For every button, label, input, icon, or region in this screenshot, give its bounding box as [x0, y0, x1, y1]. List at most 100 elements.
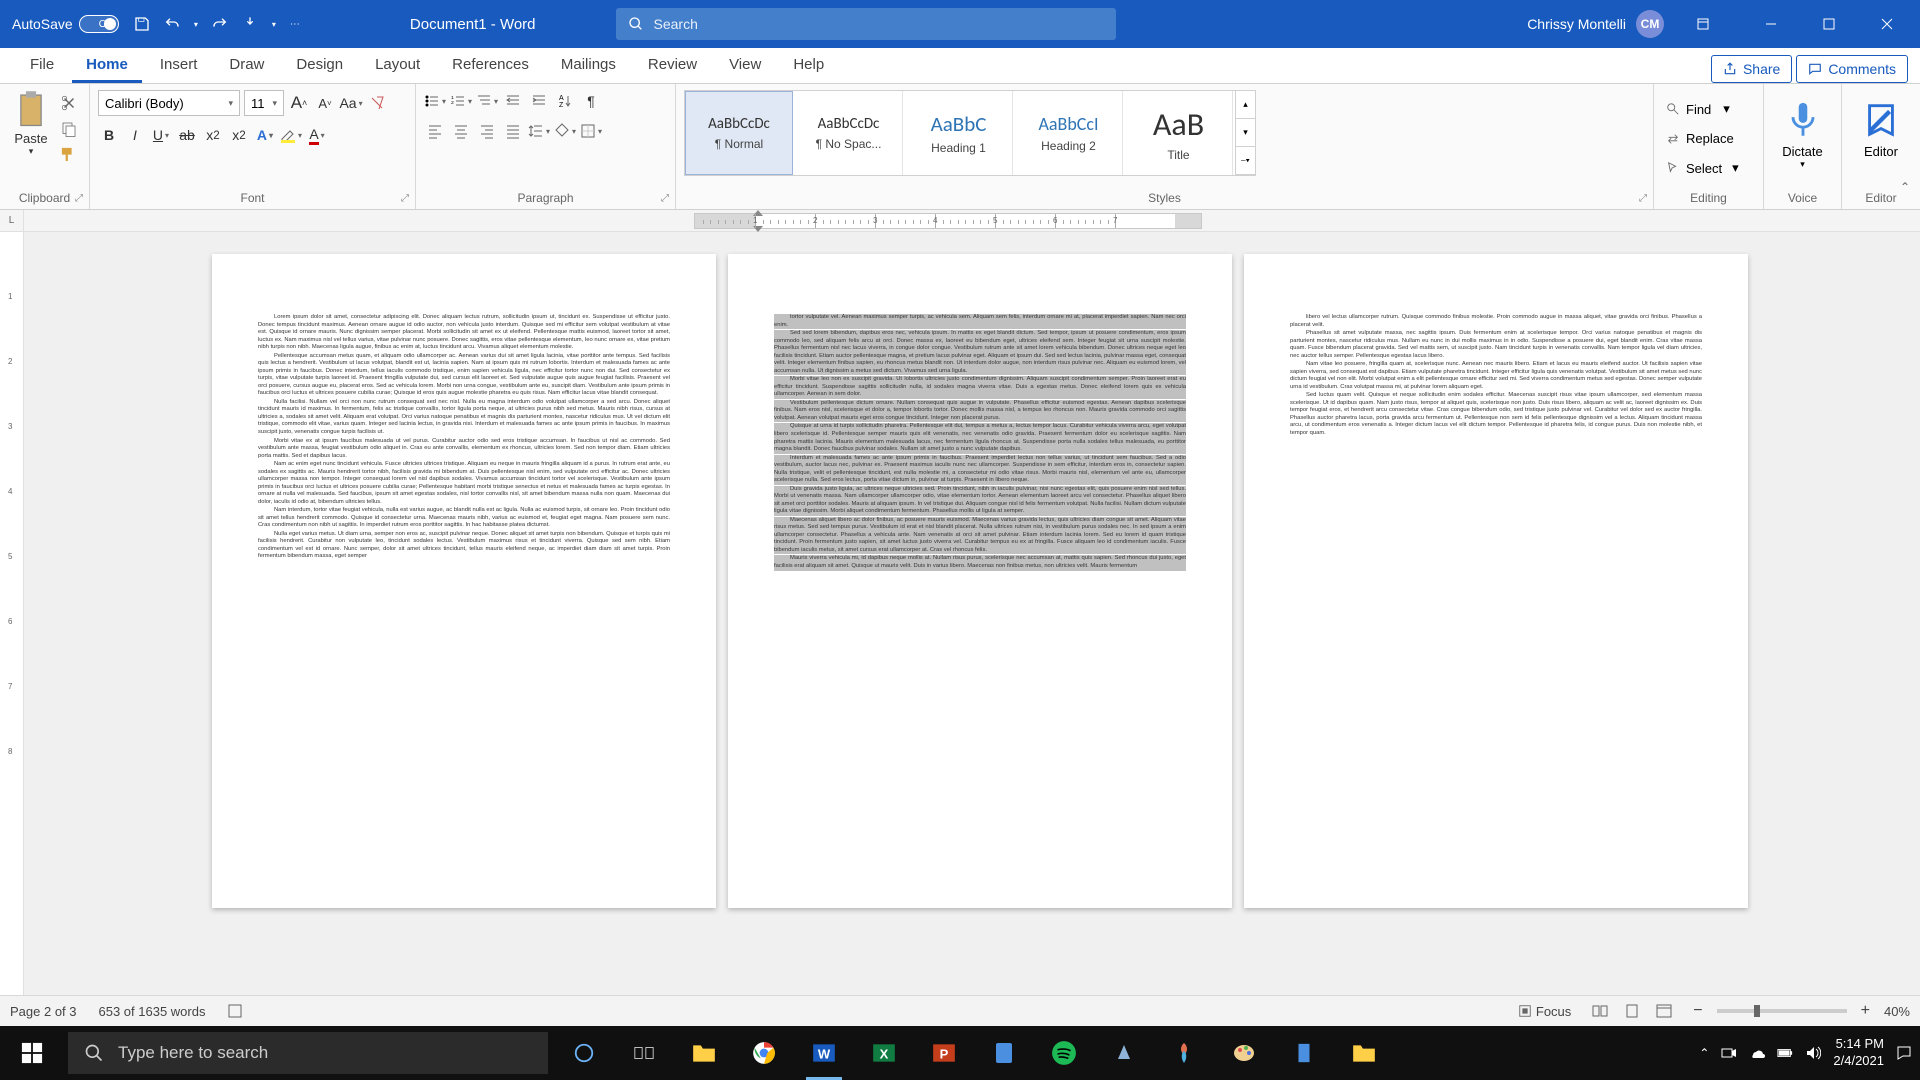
paste-dropdown[interactable]: ▾ [8, 146, 54, 157]
align-right-button[interactable] [476, 120, 498, 142]
cortana-icon[interactable] [556, 1026, 612, 1080]
volume-icon[interactable] [1805, 1045, 1821, 1061]
onedrive-icon[interactable] [1749, 1045, 1765, 1061]
tab-selector[interactable]: L [0, 210, 24, 232]
multilevel-button[interactable]: ▾ [476, 90, 498, 112]
sort-button[interactable]: AZ [554, 90, 576, 112]
horizontal-ruler[interactable]: 1234567 [694, 213, 1202, 229]
tab-layout[interactable]: Layout [361, 49, 434, 83]
close-button[interactable] [1858, 0, 1916, 48]
paint-taskbar[interactable] [1216, 1026, 1272, 1080]
web-layout-button[interactable] [1649, 1000, 1679, 1022]
dictate-button[interactable]: Dictate▾ [1772, 90, 1833, 170]
undo-dropdown[interactable]: ▾ [194, 20, 198, 29]
zoom-level[interactable]: 40% [1884, 1004, 1910, 1019]
chrome-taskbar[interactable] [736, 1026, 792, 1080]
style-title[interactable]: AaBTitle [1125, 91, 1233, 175]
battery-icon[interactable] [1777, 1045, 1793, 1061]
word-count[interactable]: 653 of 1635 words [99, 1004, 206, 1019]
format-painter-icon[interactable] [60, 146, 78, 164]
system-clock[interactable]: 5:14 PM 2/4/2021 [1833, 1036, 1884, 1070]
tab-design[interactable]: Design [282, 49, 357, 83]
grow-font-button[interactable]: A˄ [288, 92, 310, 114]
gallery-more[interactable]: ⎯▾ [1236, 147, 1255, 175]
excel-taskbar[interactable]: X [856, 1026, 912, 1080]
bullets-button[interactable]: ▾ [424, 90, 446, 112]
subscript-button[interactable]: x2 [202, 124, 224, 146]
font-size-combo[interactable]: 11▾ [244, 90, 284, 116]
taskbar-search[interactable]: Type here to search [68, 1032, 548, 1074]
show-marks-button[interactable]: ¶ [580, 90, 602, 112]
align-center-button[interactable] [450, 120, 472, 142]
paragraph-dialog[interactable]: ⤢ [661, 193, 669, 204]
notifications-icon[interactable] [1896, 1045, 1912, 1061]
tab-home[interactable]: Home [72, 49, 142, 83]
redo-icon[interactable] [212, 16, 228, 32]
style-heading-1[interactable]: AaBbCHeading 1 [905, 91, 1013, 175]
file-explorer-2[interactable] [1336, 1026, 1392, 1080]
ribbon-display-button[interactable] [1674, 0, 1732, 48]
autosave-toggle[interactable] [79, 15, 119, 33]
tab-insert[interactable]: Insert [146, 49, 212, 83]
task-view-icon[interactable] [616, 1026, 672, 1080]
page-indicator[interactable]: Page 2 of 3 [10, 1004, 77, 1019]
numbering-button[interactable]: 12▾ [450, 90, 472, 112]
read-mode-button[interactable] [1585, 1000, 1615, 1022]
strike-button[interactable]: ab [176, 124, 198, 146]
style-gallery[interactable]: AaBbCcDc¶ Normal AaBbCcDc¶ No Spac... Aa… [684, 90, 1256, 176]
gallery-up[interactable]: ▴ [1236, 91, 1255, 119]
clipboard-dialog[interactable]: ⤢ [75, 193, 83, 204]
font-name-combo[interactable]: Calibri (Body)▾ [98, 90, 240, 116]
search-box[interactable]: Search [616, 8, 1116, 40]
justify-button[interactable] [502, 120, 524, 142]
page-1[interactable]: Lorem ipsum dolor sit amet, consectetur … [212, 254, 716, 908]
tab-view[interactable]: View [715, 49, 775, 83]
focus-mode-button[interactable]: Focus [1518, 1004, 1571, 1019]
qat-more[interactable]: ⋯ [290, 19, 300, 30]
italic-button[interactable]: I [124, 124, 146, 146]
vertical-ruler[interactable]: 12345678 [0, 232, 24, 1036]
replace-button[interactable]: Replace [1662, 128, 1743, 149]
app-taskbar-3[interactable] [1276, 1026, 1332, 1080]
copy-icon[interactable] [60, 120, 78, 138]
touch-mode-icon[interactable] [242, 16, 258, 32]
font-dialog[interactable]: ⤢ [401, 193, 409, 204]
select-button[interactable]: Select▾ [1662, 157, 1743, 179]
zoom-slider[interactable] [1717, 1009, 1847, 1013]
bold-button[interactable]: B [98, 124, 120, 146]
word-taskbar[interactable]: W [796, 1026, 852, 1080]
tab-review[interactable]: Review [634, 49, 711, 83]
page-2[interactable]: tortor vulputate vel. Aenean maximus sem… [728, 254, 1232, 908]
style-normal[interactable]: AaBbCcDc¶ Normal [685, 91, 793, 175]
file-explorer-taskbar[interactable] [676, 1026, 732, 1080]
paste-button[interactable]: Paste ▾ [8, 90, 54, 157]
touch-dropdown[interactable]: ▾ [272, 20, 276, 29]
decrease-indent-button[interactable] [502, 90, 524, 112]
increase-indent-button[interactable] [528, 90, 550, 112]
shrink-font-button[interactable]: A˅ [314, 92, 336, 114]
share-button[interactable]: Share [1711, 55, 1792, 83]
app-taskbar-2[interactable] [1156, 1026, 1212, 1080]
line-spacing-button[interactable]: ▾ [528, 120, 550, 142]
highlight-button[interactable]: ▾ [280, 124, 302, 146]
tab-mailings[interactable]: Mailings [547, 49, 630, 83]
change-case-button[interactable]: Aa▾ [340, 92, 362, 114]
meet-now-icon[interactable] [1721, 1045, 1737, 1061]
maximize-button[interactable] [1800, 0, 1858, 48]
tab-draw[interactable]: Draw [215, 49, 278, 83]
start-button[interactable] [0, 1026, 64, 1080]
find-button[interactable]: Find▾ [1662, 98, 1743, 120]
align-left-button[interactable] [424, 120, 446, 142]
tray-chevron[interactable]: ⌃ [1699, 1046, 1709, 1060]
underline-button[interactable]: U▾ [150, 124, 172, 146]
shading-button[interactable]: ▾ [554, 120, 576, 142]
style-no-spacing[interactable]: AaBbCcDc¶ No Spac... [795, 91, 903, 175]
print-layout-button[interactable] [1617, 1000, 1647, 1022]
font-color-button[interactable]: A▾ [306, 124, 328, 146]
app-taskbar-1[interactable] [1096, 1026, 1152, 1080]
clear-format-button[interactable] [366, 92, 388, 114]
tab-help[interactable]: Help [779, 49, 838, 83]
styles-dialog[interactable]: ⤢ [1639, 193, 1647, 204]
spell-check-icon[interactable] [227, 1003, 243, 1019]
tab-file[interactable]: File [16, 49, 68, 83]
